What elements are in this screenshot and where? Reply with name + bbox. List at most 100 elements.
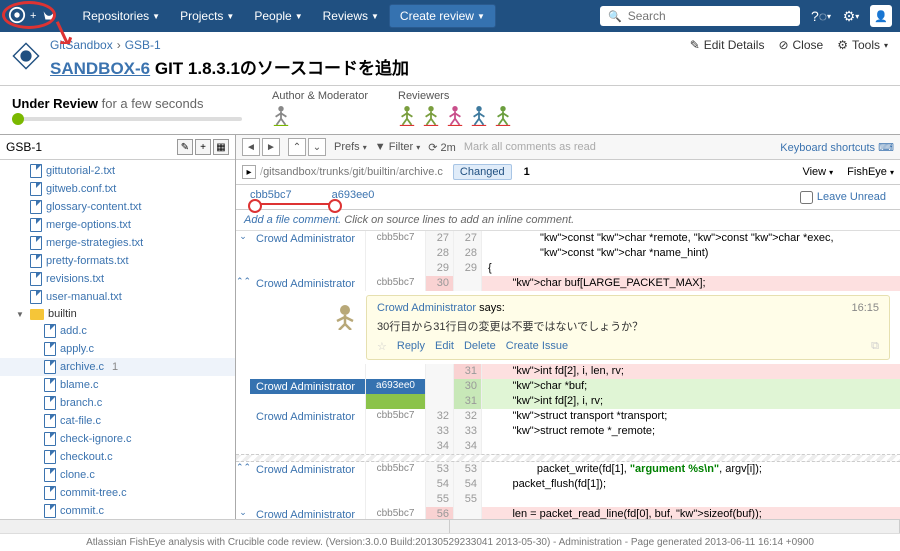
nav-repositories[interactable]: Repositories▼ xyxy=(72,0,170,32)
expand-chev[interactable] xyxy=(236,261,250,276)
create-review-button[interactable]: Create review▼ xyxy=(389,4,496,28)
expand-chev[interactable]: ⌄ xyxy=(236,507,250,519)
diff-row[interactable]: 5454 packet_flush(fd[1]); xyxy=(236,477,900,492)
progress-slider[interactable] xyxy=(12,117,242,121)
tree-file[interactable]: user-manual.txt xyxy=(0,288,235,306)
star-icon[interactable]: ☆ xyxy=(377,340,387,353)
reviewer-icon[interactable] xyxy=(446,104,464,126)
nav-reviews[interactable]: Reviews▼ xyxy=(313,0,389,32)
comment-author[interactable]: Crowd Administrator xyxy=(377,302,476,314)
tree-file[interactable]: branch.c xyxy=(0,394,235,412)
diff-row[interactable]: Crowd Administratora693ee030 "kw">char *… xyxy=(236,379,900,394)
tree-file[interactable]: merge-options.txt xyxy=(0,216,235,234)
tree-file[interactable]: gittutorial-2.txt xyxy=(0,162,235,180)
diff-row[interactable]: 31 "kw">int fd[2], i, rv; xyxy=(236,394,900,409)
breadcrumb-project[interactable]: GitSandbox xyxy=(50,38,113,52)
expand-chev[interactable] xyxy=(236,439,250,454)
expand-chev[interactable]: ⌄ xyxy=(236,231,250,246)
path-toggle-icon[interactable]: ▸ xyxy=(242,165,256,179)
reviewer-icon[interactable] xyxy=(494,104,512,126)
edit-details-button[interactable]: ✎Edit Details xyxy=(690,38,765,52)
settings-icon[interactable]: ⚙▾ xyxy=(840,5,862,27)
user-avatar[interactable]: 👤 xyxy=(870,5,892,27)
prefs-menu[interactable]: Prefs ▾ xyxy=(334,141,367,153)
next-file-button[interactable]: ► xyxy=(262,138,280,156)
tree-file[interactable]: archive.c1 xyxy=(0,358,235,376)
tree-view-icon[interactable]: ▦ xyxy=(213,139,229,155)
tree-file[interactable]: glossary-content.txt xyxy=(0,198,235,216)
diff-row[interactable]: 3333 "kw">struct remote *_remote; xyxy=(236,424,900,439)
tree-file[interactable]: add.c xyxy=(0,322,235,340)
tree-edit-icon[interactable]: ✎ xyxy=(177,139,193,155)
diff-view[interactable]: ⌄Crowd Administratorcbb5bc72727 "kw">con… xyxy=(236,231,900,519)
expand-chev[interactable] xyxy=(236,364,250,379)
create-issue-link[interactable]: Create Issue xyxy=(506,340,568,353)
breadcrumb-review[interactable]: GSB-1 xyxy=(125,38,161,52)
nav-people[interactable]: People▼ xyxy=(244,0,312,32)
close-button[interactable]: ⊘Close xyxy=(778,38,823,52)
diff-row[interactable]: ⌃⌃Crowd Administratorcbb5bc730 "kw">char… xyxy=(236,276,900,291)
add-file-comment-link[interactable]: Add a file comment. xyxy=(244,214,341,226)
tree-file[interactable]: cat-file.c xyxy=(0,412,235,430)
view-menu[interactable]: View ▾ xyxy=(802,166,833,178)
leave-unread[interactable]: Leave Unread xyxy=(800,191,886,204)
reviewer-icon[interactable] xyxy=(470,104,488,126)
filter-menu[interactable]: ▼ Filter ▾ xyxy=(375,141,420,153)
tree-file[interactable]: pretty-formats.txt xyxy=(0,252,235,270)
search-box[interactable]: 🔍 xyxy=(600,6,800,26)
expand-chev[interactable]: ⌃⌃ xyxy=(236,276,250,291)
link-icon[interactable]: ⧉ xyxy=(871,340,879,353)
horizontal-scrollbar[interactable] xyxy=(0,519,900,533)
expand-chev[interactable]: ⌃⌃ xyxy=(236,462,250,477)
expand-chev[interactable] xyxy=(236,394,250,409)
expand-chev[interactable] xyxy=(236,409,250,424)
collapsed-section[interactable] xyxy=(236,454,900,462)
tools-menu[interactable]: ⚙Tools▾ xyxy=(837,38,888,52)
file-tree[interactable]: gittutorial-2.txtgitweb.conf.txtglossary… xyxy=(0,160,235,519)
diff-row[interactable]: 5555 xyxy=(236,492,900,507)
tree-file[interactable]: clone.c xyxy=(0,466,235,484)
expand-chev[interactable] xyxy=(236,379,250,394)
rev-track[interactable] xyxy=(250,203,340,205)
tree-folder[interactable]: ▼builtin xyxy=(0,306,235,322)
delete-link[interactable]: Delete xyxy=(464,340,496,353)
tree-file[interactable]: revisions.txt xyxy=(0,270,235,288)
reviewer-icon[interactable] xyxy=(422,104,440,126)
unread-checkbox[interactable] xyxy=(800,191,813,204)
diff-row[interactable]: 2929{ xyxy=(236,261,900,276)
nav-projects[interactable]: Projects▼ xyxy=(170,0,244,32)
tree-file[interactable]: commit-tree.c xyxy=(0,484,235,502)
search-input[interactable] xyxy=(628,9,792,23)
expand-chev[interactable] xyxy=(236,477,250,492)
keyboard-shortcuts-link[interactable]: Keyboard shortcuts ⌨ xyxy=(780,141,894,154)
tree-file[interactable]: gitweb.conf.txt xyxy=(0,180,235,198)
prev-file-button[interactable]: ◄ xyxy=(242,138,260,156)
mark-all-read[interactable]: Mark all comments as read xyxy=(464,141,772,153)
tree-file[interactable]: apply.c xyxy=(0,340,235,358)
person-icon[interactable] xyxy=(272,104,290,126)
reviewer-icon[interactable] xyxy=(398,104,416,126)
expand-chev[interactable] xyxy=(236,492,250,507)
diff-row[interactable]: 2828 "kw">const "kw">char *name_hint) xyxy=(236,246,900,261)
tree-file[interactable]: blame.c xyxy=(0,376,235,394)
tree-file[interactable]: checkout.c xyxy=(0,448,235,466)
tree-file[interactable]: check-ignore.c xyxy=(0,430,235,448)
issue-key-link[interactable]: SANDBOX-6 xyxy=(50,59,150,78)
tree-file[interactable]: merge-strategies.txt xyxy=(0,234,235,252)
diff-row[interactable]: ⌃⌃Crowd Administratorcbb5bc75353 packet_… xyxy=(236,462,900,477)
expand-button[interactable]: ⌄ xyxy=(308,138,326,156)
fisheye-menu[interactable]: FishEye ▾ xyxy=(847,166,894,178)
collapse-button[interactable]: ⌃ xyxy=(288,138,306,156)
diff-row[interactable]: ⌄Crowd Administratorcbb5bc756 len = pack… xyxy=(236,507,900,519)
diff-row[interactable]: 3434 xyxy=(236,439,900,454)
edit-link[interactable]: Edit xyxy=(435,340,454,353)
diff-row[interactable]: 31 "kw">int fd[2], i, len, rv; xyxy=(236,364,900,379)
diff-row[interactable]: ⌄Crowd Administratorcbb5bc72727 "kw">con… xyxy=(236,231,900,246)
tree-add-icon[interactable]: + xyxy=(195,139,211,155)
diff-row[interactable]: Crowd Administratorcbb5bc73232 "kw">stru… xyxy=(236,409,900,424)
expand-chev[interactable] xyxy=(236,246,250,261)
reply-link[interactable]: Reply xyxy=(397,340,425,353)
help-icon[interactable]: ?◌▾ xyxy=(810,5,832,27)
tree-file[interactable]: commit.c xyxy=(0,502,235,519)
expand-chev[interactable] xyxy=(236,424,250,439)
